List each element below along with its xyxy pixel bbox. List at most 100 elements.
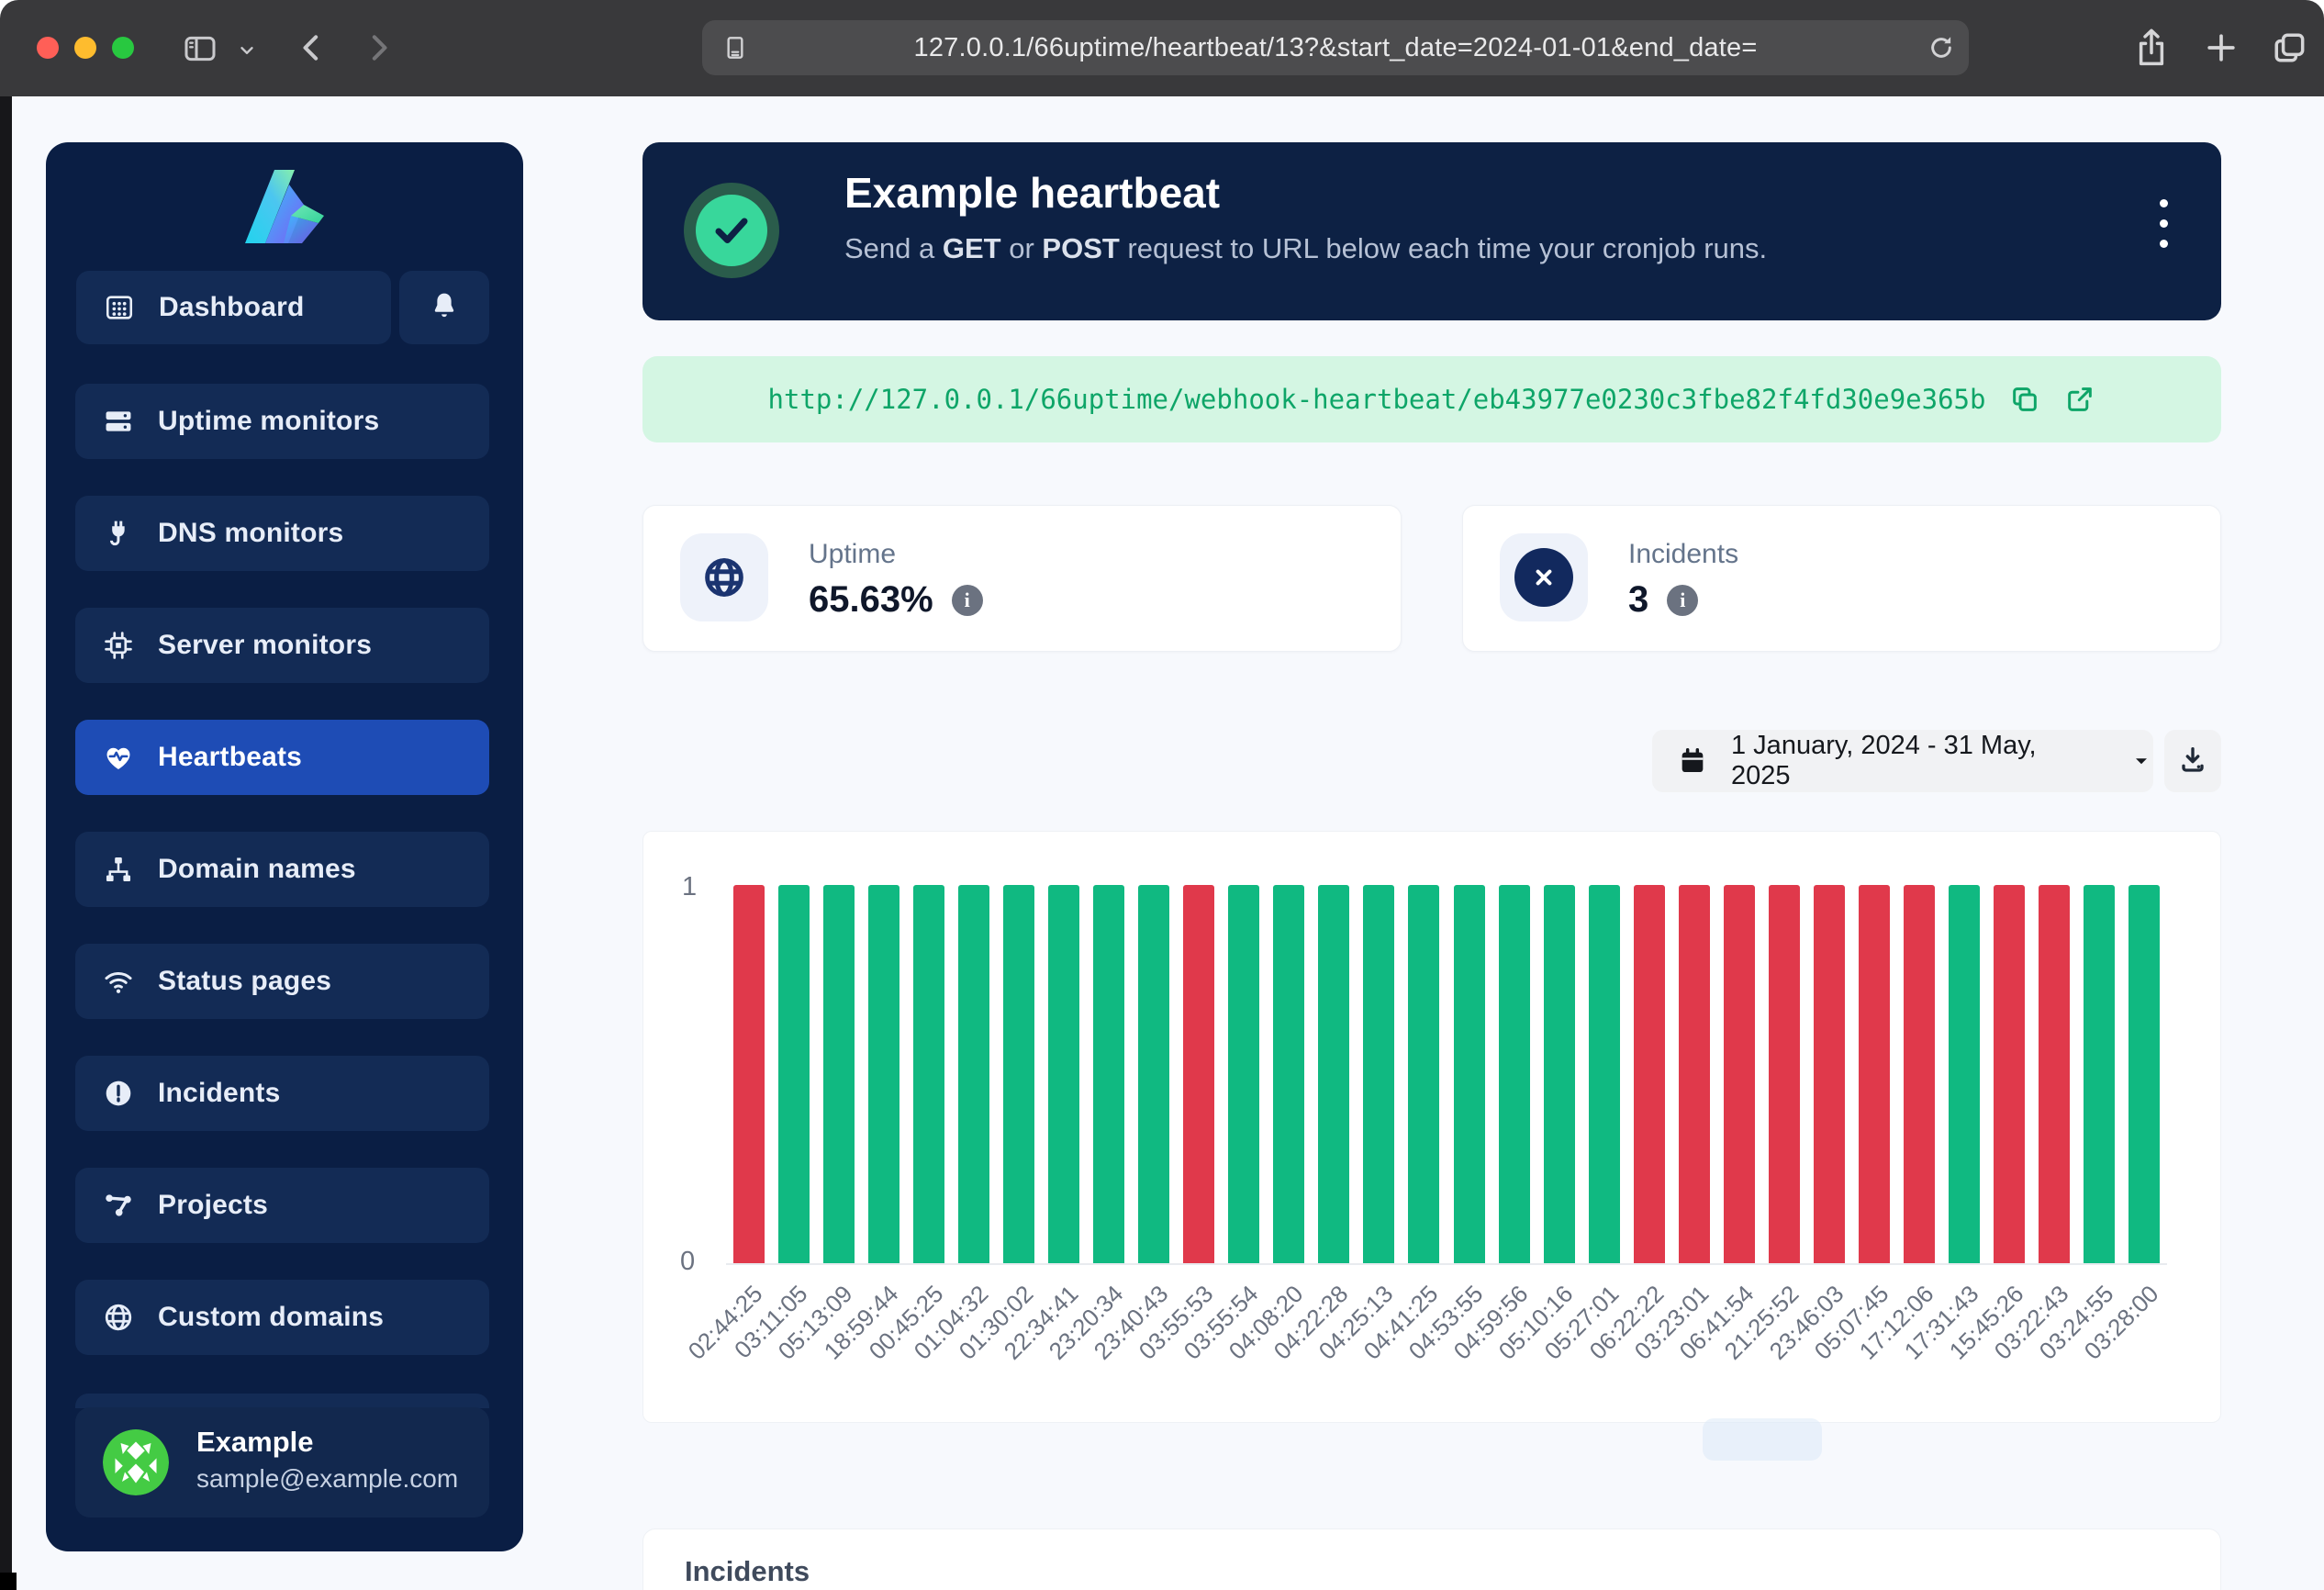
minimize-button[interactable] — [74, 37, 96, 59]
chart-bar[interactable] — [1093, 885, 1124, 1263]
address-bar[interactable]: 127.0.0.1/66uptime/heartbeat/13?&start_d… — [702, 20, 1969, 75]
profile-card[interactable]: Example sample@example.com — [75, 1407, 489, 1517]
page-subtitle: Send a GET or POST request to URL below … — [844, 232, 1767, 265]
chart-bar[interactable] — [1138, 885, 1169, 1263]
chart-bar[interactable] — [1589, 885, 1620, 1263]
chart-bar[interactable] — [1679, 885, 1710, 1263]
chart-bar[interactable] — [1769, 885, 1800, 1263]
external-link-icon[interactable] — [2064, 384, 2095, 415]
forward-icon[interactable] — [360, 29, 397, 66]
kebab-menu-icon[interactable] — [2160, 199, 2168, 248]
calendar-icon — [1678, 746, 1707, 776]
main-content: Example heartbeat Send a GET or POST req… — [642, 96, 2221, 1590]
profile-name: Example — [196, 1426, 314, 1459]
chart-bar[interactable] — [2084, 885, 2115, 1263]
sidebar-item-label: Status pages — [158, 966, 331, 997]
new-tab-icon[interactable] — [2201, 28, 2241, 68]
chart-bar[interactable] — [733, 885, 765, 1263]
cpu-chip-icon — [103, 630, 134, 661]
chart-bar[interactable] — [1003, 885, 1034, 1263]
chart-bar[interactable] — [778, 885, 810, 1263]
sidebar-item-label: DNS monitors — [158, 518, 343, 549]
reload-icon[interactable] — [1927, 33, 1956, 67]
chart-bar[interactable] — [1994, 885, 2025, 1263]
bar-plot-area — [726, 887, 2167, 1265]
zoom-button[interactable] — [112, 37, 134, 59]
server-stack-icon — [103, 406, 134, 437]
chart-bar[interactable] — [1228, 885, 1259, 1263]
browser-chrome: 127.0.0.1/66uptime/heartbeat/13?&start_d… — [0, 0, 2324, 96]
bell-icon — [429, 290, 460, 326]
sidebar-toggle-icon[interactable] — [182, 30, 218, 67]
sidebar-item-partial[interactable] — [75, 1394, 489, 1408]
chart-bar[interactable] — [868, 885, 899, 1263]
globe-icon — [103, 1302, 134, 1333]
x-circle-icon — [1500, 533, 1588, 621]
globe-icon — [680, 533, 768, 621]
alert-circle-icon — [103, 1078, 134, 1109]
plug-icon — [103, 518, 134, 549]
info-icon[interactable]: i — [952, 585, 983, 616]
sidebar-item-server-monitors[interactable]: Server monitors — [75, 608, 489, 683]
incidents-section-title: Incidents — [685, 1555, 810, 1588]
chart-bar[interactable] — [1499, 885, 1530, 1263]
chart-bar[interactable] — [1859, 885, 1890, 1263]
sidebar-item-status-pages[interactable]: Status pages — [75, 944, 489, 1019]
date-range-picker[interactable]: 1 January, 2024 - 31 May, 2025 — [1652, 730, 2153, 792]
info-icon[interactable]: i — [1667, 585, 1698, 616]
chart-bar[interactable] — [1363, 885, 1394, 1263]
sidebar-item-dashboard[interactable]: Dashboard — [76, 271, 391, 344]
notifications-button[interactable] — [399, 271, 489, 344]
download-button[interactable] — [2164, 730, 2221, 792]
sidebar-item-heartbeats[interactable]: Heartbeats — [75, 720, 489, 795]
chart-bar[interactable] — [1048, 885, 1079, 1263]
share-icon[interactable] — [2131, 26, 2172, 70]
chart-bar[interactable] — [1318, 885, 1349, 1263]
chart-bar[interactable] — [958, 885, 989, 1263]
chart-bar[interactable] — [1904, 885, 1935, 1263]
scrollbar-thumb[interactable] — [1703, 1418, 1822, 1461]
webhook-url-bar: http://127.0.0.1/66uptime/webhook-heartb… — [642, 356, 2221, 442]
chart-bar[interactable] — [1544, 885, 1575, 1263]
page: Dashboard Uptime monitors DNS monitors — [0, 96, 2324, 1590]
sidebar-item-uptime-monitors[interactable]: Uptime monitors — [75, 384, 489, 459]
chart-bar[interactable] — [2039, 885, 2070, 1263]
chart-bar[interactable] — [1273, 885, 1304, 1263]
heartbeat-chart: 1 0 02:44:2503:11:0505:13:0918:59:4400:4… — [642, 831, 2221, 1423]
caret-down-icon — [2129, 749, 2153, 773]
chart-bar[interactable] — [1408, 885, 1439, 1263]
browser-window: 127.0.0.1/66uptime/heartbeat/13?&start_d… — [0, 0, 2324, 1590]
back-icon[interactable] — [294, 29, 330, 66]
chart-bar[interactable] — [1183, 885, 1214, 1263]
chart-bar[interactable] — [1454, 885, 1485, 1263]
date-range-label: 1 January, 2024 - 31 May, 2025 — [1731, 731, 2098, 791]
stat-label: Incidents — [1628, 539, 1738, 570]
sidebar-item-custom-domains[interactable]: Custom domains — [75, 1280, 489, 1355]
chart-bar[interactable] — [1814, 885, 1845, 1263]
tabs-overview-icon[interactable] — [2269, 28, 2309, 68]
url-fade — [1805, 26, 1916, 70]
sidebar-item-projects[interactable]: Projects — [75, 1168, 489, 1243]
sidebar-item-domain-names[interactable]: Domain names — [75, 832, 489, 907]
sidebar-item-label: Custom domains — [158, 1302, 384, 1333]
chart-bar[interactable] — [913, 885, 944, 1263]
page-settings-icon[interactable] — [721, 33, 750, 67]
chart-bar[interactable] — [1634, 885, 1665, 1263]
copy-icon[interactable] — [2009, 384, 2040, 415]
stat-value: 65.63%i — [809, 579, 983, 621]
close-button[interactable] — [37, 37, 59, 59]
y-axis-tick: 1 — [682, 872, 697, 902]
chart-bar[interactable] — [1724, 885, 1755, 1263]
webhook-url[interactable]: http://127.0.0.1/66uptime/webhook-heartb… — [768, 384, 1986, 415]
chart-bar[interactable] — [2128, 885, 2160, 1263]
chevron-down-icon[interactable] — [237, 40, 257, 61]
window-edge — [0, 96, 12, 1590]
sidebar: Dashboard Uptime monitors DNS monitors — [46, 142, 523, 1551]
y-axis-tick: 0 — [680, 1247, 695, 1277]
download-icon — [2178, 745, 2207, 778]
chart-bar[interactable] — [1949, 885, 1980, 1263]
chart-bar[interactable] — [823, 885, 855, 1263]
sidebar-item-incidents[interactable]: Incidents — [75, 1056, 489, 1131]
sidebar-item-dns-monitors[interactable]: DNS monitors — [75, 496, 489, 571]
check-circle-icon — [684, 183, 779, 278]
